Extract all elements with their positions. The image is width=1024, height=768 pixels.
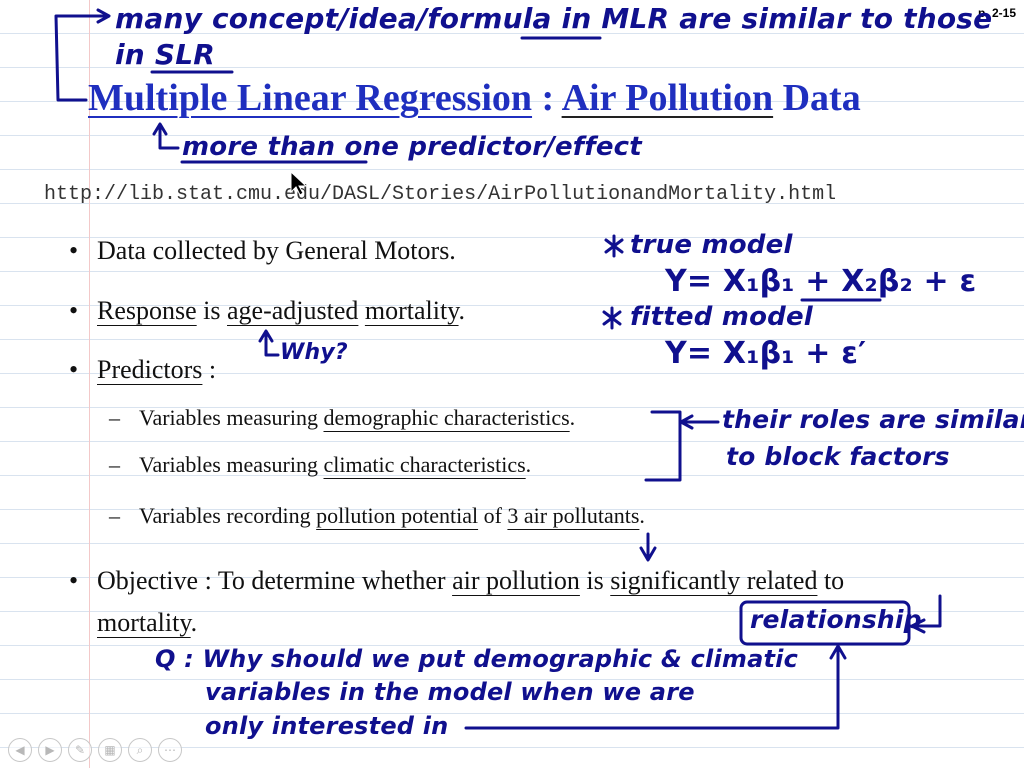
text: Variables measuring <box>139 452 324 477</box>
note-question-line2: variables in the model when we are <box>205 678 695 706</box>
note-in-slr: in SLR <box>115 38 216 71</box>
response-word: Response <box>97 296 197 325</box>
text: : <box>202 355 217 384</box>
grid-icon[interactable]: ▦ <box>98 738 122 762</box>
more-icon[interactable]: ⋯ <box>158 738 182 762</box>
brace-block <box>644 410 682 482</box>
three-pollutants-words: 3 air pollutants <box>507 503 640 528</box>
climatic-words: climatic characteristics <box>323 452 526 477</box>
arrowhead-more <box>152 122 168 136</box>
mortality-word: mortality <box>364 296 459 325</box>
text: is <box>579 566 611 595</box>
arrowhead-pollutants <box>639 546 657 562</box>
text: . <box>525 452 532 477</box>
text: . <box>569 405 576 430</box>
bullet-predictors: • Predictors : <box>69 355 217 384</box>
pollution-potential-words: pollution potential <box>316 503 479 528</box>
bullet-data-source: • Data collected by General Motors. <box>69 236 456 265</box>
note-true-equation: Y= X₁β₁ + X₂β₂ + ε <box>665 264 977 299</box>
title-part-air-pollution: Air Pollution <box>561 77 774 119</box>
note-more-than-one: more than one predictor/effect <box>182 132 642 162</box>
star-true <box>604 234 624 258</box>
mortality-word: mortality <box>97 608 191 637</box>
demographic-words: demographic characteristics <box>323 405 570 430</box>
text: Variables measuring <box>139 405 324 430</box>
title-part-mlr: Multiple Linear Regression <box>88 77 533 119</box>
note-fitted-model: fitted model <box>630 302 813 332</box>
text: is <box>196 296 228 325</box>
note-many-concepts: many concept/idea/formula in MLR are sim… <box>115 2 993 35</box>
text: Objective : To determine whether <box>97 566 453 595</box>
hook-arrow-why <box>264 331 280 357</box>
bullet-response: • Response is age-adjusted mortality. <box>69 296 466 325</box>
bullet-text: Data collected by General Motors. <box>97 236 456 265</box>
sub-demographic: – Variables measuring demographic charact… <box>109 405 576 430</box>
note-fitted-equation: Y= X₁β₁ + ε′ <box>665 336 867 371</box>
note-true-model: true model <box>630 230 793 260</box>
text: to <box>817 566 845 595</box>
note-why: Why? <box>280 340 348 365</box>
text: . <box>458 296 466 325</box>
predictors-word: Predictors <box>97 355 203 384</box>
note-roles-similar: their roles are similar <box>722 405 1024 434</box>
pen-icon[interactable]: ✎ <box>68 738 92 762</box>
sub-climatic: – Variables measuring climatic characteri… <box>109 452 532 477</box>
source-url[interactable]: http://lib.stat.cmu.edu/DASL/Stories/Air… <box>44 183 836 206</box>
arrowhead-question <box>829 644 847 660</box>
title-part-data: Data <box>773 77 861 119</box>
note-relationship: relationship <box>750 605 922 634</box>
zoom-icon[interactable]: ⌕ <box>128 738 152 762</box>
age-adjusted-word: age-adjusted <box>227 296 359 325</box>
title-sep: : <box>532 77 562 119</box>
text: . <box>190 608 198 637</box>
text: Variables recording <box>139 503 317 528</box>
note-question-line1: Q : Why should we put demographic & clim… <box>155 645 799 673</box>
arrowhead-roles <box>679 414 694 430</box>
note-question-line3: only interested in <box>205 712 449 740</box>
text: of <box>478 503 508 528</box>
text: . <box>639 503 645 528</box>
star-fitted <box>602 306 622 330</box>
viewer-toolbar: ◀ ▶ ✎ ▦ ⌕ ⋯ <box>8 738 182 762</box>
significantly-related-words: significantly related <box>610 566 818 595</box>
air-pollution-words: air pollution <box>452 566 580 595</box>
page-title: Multiple Linear Regression : Air Polluti… <box>88 76 861 120</box>
next-icon[interactable]: ▶ <box>38 738 62 762</box>
arrowhead-why <box>258 329 274 343</box>
prev-icon[interactable]: ◀ <box>8 738 32 762</box>
sub-pollution: – Variables recording pollution potential… <box>109 503 645 528</box>
arrowhead-top <box>96 8 111 24</box>
hook-arrow-more <box>158 124 180 150</box>
note-block-factors: to block factors <box>726 442 950 471</box>
